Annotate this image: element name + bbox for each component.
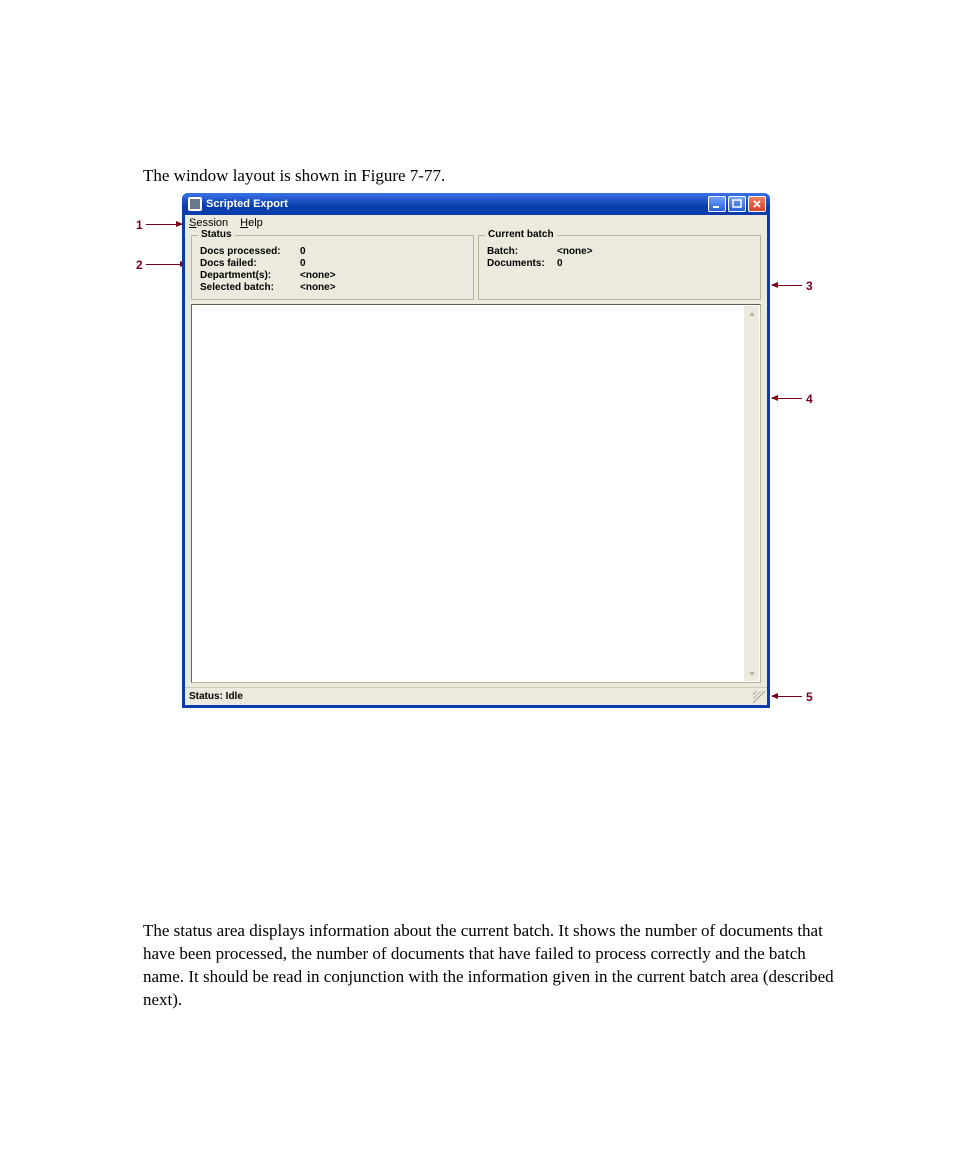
scroll-up-button[interactable] — [744, 306, 759, 321]
status-departments-value: <none> — [300, 270, 465, 281]
window-title: Scripted Export — [206, 198, 708, 210]
menu-bar: Session Help — [185, 215, 767, 231]
callout-3: 3 — [806, 279, 813, 293]
status-bar: Status: Idle — [185, 687, 767, 705]
menu-session-rest: ession — [196, 217, 228, 229]
status-bar-text: Status: Idle — [189, 691, 243, 702]
resize-grip-icon[interactable] — [753, 691, 765, 703]
current-batch-group-title: Current batch — [485, 229, 557, 240]
callout-arrow-4 — [772, 398, 802, 399]
status-docs-failed-value: 0 — [300, 258, 465, 269]
status-docs-processed-label: Docs processed: — [200, 246, 300, 257]
status-group-title: Status — [198, 229, 235, 240]
callout-2: 2 — [136, 258, 143, 272]
minimize-button[interactable] — [708, 196, 726, 212]
status-departments-label: Department(s): — [200, 270, 300, 281]
current-documents-label: Documents: — [487, 258, 557, 269]
callout-arrow-3 — [772, 285, 802, 286]
scroll-track[interactable] — [744, 321, 759, 666]
status-docs-failed-label: Docs failed: — [200, 258, 300, 269]
current-batch-label: Batch: — [487, 246, 557, 257]
current-batch-value: <none> — [557, 246, 752, 257]
status-selected-batch-value: <none> — [300, 282, 465, 293]
current-batch-group: Current batch Batch: <none> Documents: 0 — [478, 235, 761, 300]
close-button[interactable] — [748, 196, 766, 212]
menu-help-rest: elp — [248, 217, 263, 229]
menu-session[interactable]: Session — [187, 217, 230, 229]
status-area-paragraph: The status area displays information abo… — [143, 920, 843, 1012]
status-group: Status Docs processed: 0 Docs failed: 0 … — [191, 235, 474, 300]
maximize-button[interactable] — [728, 196, 746, 212]
title-bar[interactable]: Scripted Export — [182, 193, 770, 215]
callout-arrow-1 — [146, 224, 182, 225]
callout-1: 1 — [136, 218, 143, 232]
menu-help[interactable]: Help — [238, 217, 265, 229]
log-area[interactable] — [191, 304, 761, 683]
app-icon — [188, 197, 202, 211]
scroll-down-button[interactable] — [744, 666, 759, 681]
callout-5: 5 — [806, 690, 813, 704]
callout-arrow-5 — [772, 696, 802, 697]
callout-4: 4 — [806, 392, 813, 406]
intro-paragraph: The window layout is shown in Figure 7-7… — [143, 166, 445, 186]
current-documents-value: 0 — [557, 258, 752, 269]
status-docs-processed-value: 0 — [300, 246, 465, 257]
status-selected-batch-label: Selected batch: — [200, 282, 300, 293]
app-window: Scripted Export Session Help — [182, 193, 770, 708]
callout-arrow-2 — [146, 264, 186, 265]
vertical-scrollbar[interactable] — [744, 306, 759, 681]
